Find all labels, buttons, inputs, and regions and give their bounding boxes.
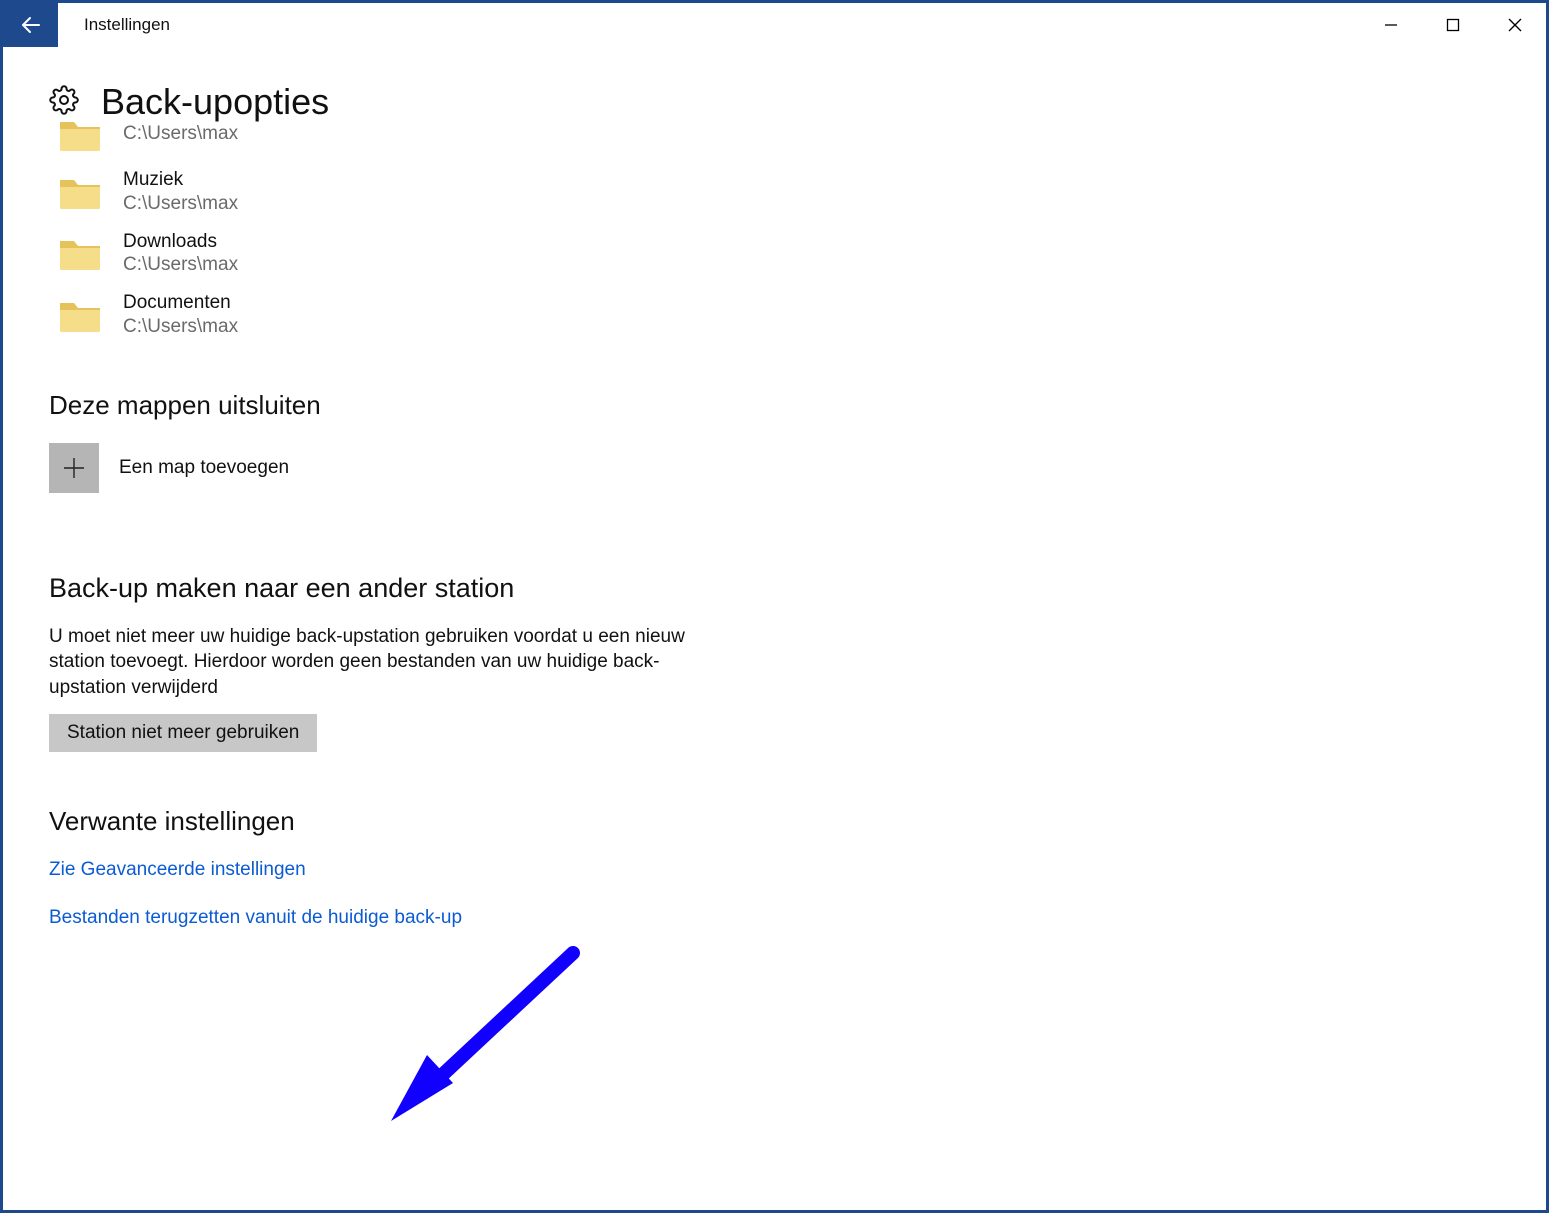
advanced-settings-link[interactable]: Zie Geavanceerde instellingen [49, 859, 1500, 881]
close-button[interactable] [1484, 3, 1546, 47]
folder-icon [55, 295, 105, 335]
add-folder-label: Een map toevoegen [119, 457, 289, 479]
stop-using-drive-button[interactable]: Station niet meer gebruiken [49, 714, 317, 752]
plus-icon [49, 443, 99, 493]
list-item[interactable]: Muziek C:\Users\max [55, 161, 1500, 223]
list-item[interactable]: Downloads C:\Users\max [55, 223, 1500, 285]
page-title: Back-upopties [101, 81, 329, 123]
window-frame: Instellingen Back-upopties [0, 0, 1549, 1213]
restore-files-link[interactable]: Bestanden terugzetten vanuit de huidige … [49, 907, 1500, 929]
folder-name: Downloads [123, 230, 238, 254]
folder-icon [55, 114, 105, 154]
drive-heading: Back-up maken naar een ander station [49, 573, 1500, 604]
back-button[interactable] [3, 3, 58, 47]
folder-list: C:\Users\max Muziek C:\Users\max Downloa… [49, 107, 1500, 346]
folder-path: C:\Users\max [123, 315, 238, 339]
close-icon [1507, 17, 1523, 33]
list-item[interactable]: Documenten C:\Users\max [55, 284, 1500, 346]
add-folder-button[interactable]: Een map toevoegen [49, 443, 1500, 493]
minimize-button[interactable] [1360, 3, 1422, 47]
window-controls [1360, 3, 1546, 47]
content-area: Back-upopties C:\Users\max Muziek C:\ [3, 47, 1546, 929]
maximize-button[interactable] [1422, 3, 1484, 47]
minimize-icon [1384, 18, 1398, 32]
arrow-left-icon [19, 13, 43, 37]
drive-description: U moet niet meer uw huidige back-upstati… [49, 624, 729, 701]
folder-icon [55, 233, 105, 273]
folder-icon [55, 172, 105, 212]
folder-path: C:\Users\max [123, 253, 238, 277]
folder-path: C:\Users\max [123, 122, 238, 146]
window-title: Instellingen [58, 3, 170, 47]
related-heading: Verwante instellingen [49, 806, 1500, 837]
maximize-icon [1446, 18, 1460, 32]
annotation-arrow-icon [373, 943, 593, 1143]
folder-name: Muziek [123, 168, 238, 192]
folder-path: C:\Users\max [123, 192, 238, 216]
exclude-heading: Deze mappen uitsluiten [49, 390, 1500, 421]
folder-name: Documenten [123, 291, 238, 315]
titlebar: Instellingen [3, 3, 1546, 47]
